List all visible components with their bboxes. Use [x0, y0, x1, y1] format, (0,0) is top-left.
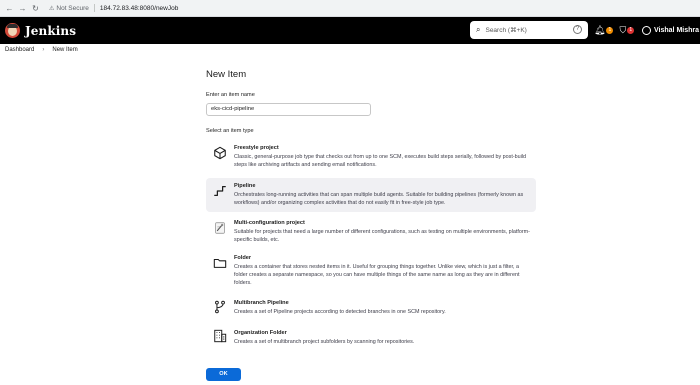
jenkins-header: Jenkins ⌕ Search (⌘+K) ? 🔔︎ 1 ⛉ 1 Vishal…	[0, 17, 700, 44]
jenkins-logo-icon[interactable]	[5, 23, 20, 38]
url-text[interactable]: 184.72.83.48:8080/newJob	[100, 5, 178, 12]
user-avatar-icon	[642, 25, 651, 35]
back-icon[interactable]: ←	[4, 3, 15, 14]
item-name-input[interactable]: eks-cicd-pipeline	[206, 103, 371, 116]
search-placeholder: Search (⌘+K)	[485, 27, 527, 34]
item-type-multibranch-pipeline[interactable]: Multibranch Pipeline Creates a set of Pi…	[206, 296, 536, 320]
multi-configuration-icon	[215, 222, 225, 234]
item-type-title: Folder	[234, 255, 252, 261]
reload-icon[interactable]: ↻	[30, 3, 41, 14]
organization-folder-icon	[214, 329, 227, 343]
item-type-title: Organization Folder	[234, 330, 287, 336]
item-type-pipeline[interactable]: Pipeline Orchestrates long-running activ…	[206, 178, 536, 212]
breadcrumb: Dashboard › New Item	[0, 44, 700, 56]
item-type-description: Suitable for projects that need a large …	[234, 229, 530, 243]
freestyle-cube-icon	[214, 146, 226, 160]
item-type-title: Freestyle project	[234, 145, 279, 151]
breadcrumb-dashboard[interactable]: Dashboard	[5, 47, 34, 53]
user-menu[interactable]: Vishal Mishra	[642, 22, 699, 38]
help-icon[interactable]: ?	[573, 25, 582, 34]
forward-icon[interactable]: →	[17, 3, 28, 14]
item-type-folder[interactable]: Folder Creates a container that stores n…	[206, 251, 536, 291]
item-type-description: Creates a set of Pipeline projects accor…	[234, 309, 446, 315]
breadcrumb-new-item[interactable]: New Item	[52, 47, 77, 53]
pipeline-icon	[214, 186, 226, 196]
notification-badge[interactable]: 1	[606, 26, 614, 34]
item-type-description: Creates a set of multibranch project sub…	[234, 339, 415, 345]
item-name-label: Enter an item name	[206, 92, 255, 98]
notification-bell-icon[interactable]: 🔔︎	[594, 25, 605, 36]
item-type-title: Multi-configuration project	[234, 220, 305, 226]
url-divider	[93, 4, 95, 12]
security-badge[interactable]: 1	[627, 26, 635, 34]
item-type-title: Pipeline	[234, 183, 256, 189]
header-icons: 🔔︎ 1 ⛉ 1	[594, 22, 635, 38]
app-title[interactable]: Jenkins	[25, 24, 76, 38]
search-icon: ⌕	[476, 25, 481, 34]
breadcrumb-chevron-icon: ›	[42, 47, 45, 53]
item-type-organization-folder[interactable]: Organization Folder Creates a set of mul…	[206, 326, 536, 350]
page-title: New Item	[206, 69, 247, 80]
user-name[interactable]: Vishal Mishra	[654, 27, 699, 34]
item-type-description: Orchestrates long-running activities tha…	[234, 192, 524, 206]
item-type-multi-configuration[interactable]: Multi-configuration project Suitable for…	[206, 216, 536, 248]
ok-button[interactable]: OK	[206, 368, 241, 381]
search-input[interactable]: ⌕ Search (⌘+K) ?	[470, 21, 588, 39]
item-type-label: Select an item type	[206, 128, 254, 134]
warning-icon: ⚠	[49, 5, 55, 12]
address-bar[interactable]: ⚠ Not Secure 184.72.83.48:8080/newJob	[49, 2, 178, 14]
browser-toolbar: ← → ↻ ⚠ Not Secure 184.72.83.48:8080/new…	[0, 0, 700, 17]
item-type-title: Multibranch Pipeline	[234, 300, 289, 306]
item-type-freestyle[interactable]: Freestyle project Classic, general-purpo…	[206, 140, 536, 174]
security-label: Not Secure	[56, 4, 89, 12]
item-type-description: Creates a container that stores nested i…	[234, 264, 520, 286]
security-shield-icon[interactable]: ⛉	[619, 25, 626, 36]
multibranch-icon	[215, 300, 225, 314]
folder-icon	[213, 258, 227, 268]
item-type-description: Classic, general-purpose job type that c…	[234, 154, 527, 168]
